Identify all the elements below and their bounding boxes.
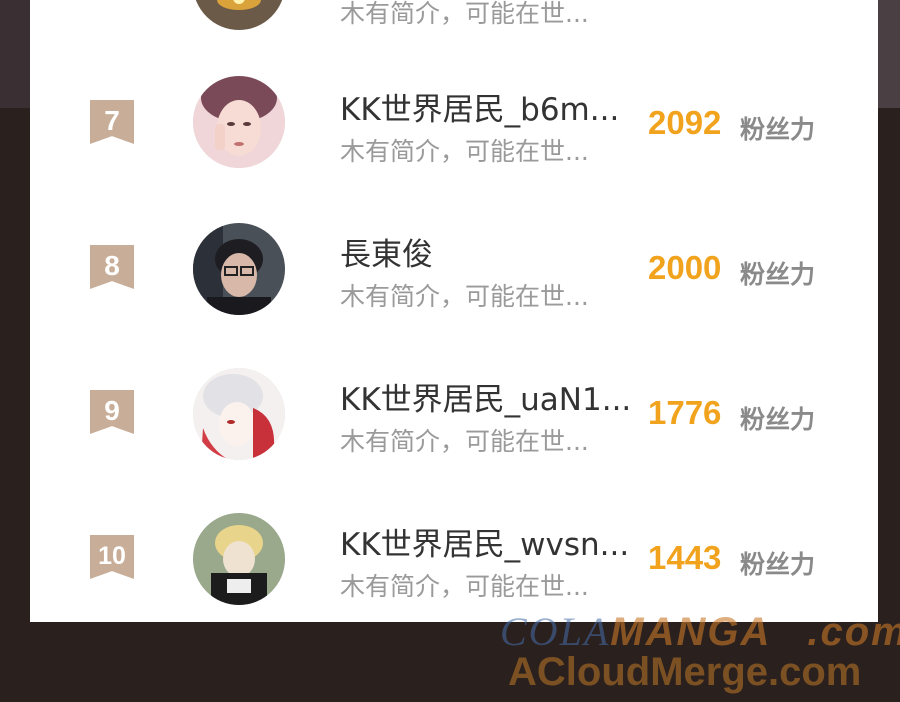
list-item[interactable]: 10 KK世界居民_wvsn... 木有简介，可能在世... 1443 粉丝力 (30, 497, 878, 617)
user-bio: 木有简介，可能在世... (340, 427, 589, 456)
fan-score-unit: 粉丝力 (740, 115, 816, 144)
rank-badge: 8 (90, 245, 134, 289)
user-name[interactable]: KK世界居民_b6m... (340, 84, 630, 129)
user-name[interactable]: KK世界居民_uaN1... (340, 374, 630, 419)
user-bio: 木有简介，可能在世... (340, 282, 589, 311)
rank-badge: 10 (90, 535, 134, 579)
fan-ranking-list: 木有简介，可能在世... 7 KK世界居民_b6m... 木有简介，可能在世..… (30, 0, 878, 622)
user-bio: 木有简介，可能在世... (340, 137, 589, 166)
avatar[interactable] (193, 513, 285, 605)
fan-score: 1443 (648, 539, 722, 576)
user-name[interactable]: KK世界居民_wvsn... (340, 519, 630, 564)
user-name[interactable]: 長東俊 (340, 229, 630, 274)
avatar[interactable] (193, 76, 285, 168)
watermark-text: MANGA (610, 610, 772, 654)
user-bio: 木有简介，可能在世... (340, 572, 589, 601)
avatar[interactable] (193, 0, 285, 30)
list-item[interactable]: 9 KK世界居民_uaN1... 木有简介，可能在世... 1776 粉丝力 (30, 352, 878, 472)
background-top-right (876, 0, 900, 108)
fan-score: 1776 (648, 394, 722, 431)
fan-score: 2092 (648, 104, 722, 141)
list-item[interactable]: 7 KK世界居民_b6m... 木有简介，可能在世... 2092 粉丝力 (30, 62, 878, 182)
list-item[interactable]: 8 長東俊 木有简介，可能在世... 2000 粉丝力 (30, 207, 878, 327)
watermark-text: .com (807, 610, 900, 654)
watermark-text: COLA (500, 609, 611, 654)
avatar[interactable] (193, 223, 285, 315)
rank-badge: 9 (90, 390, 134, 434)
watermark-acloudmerge: ACloudMerge.com (508, 650, 862, 694)
fan-score-unit: 粉丝力 (740, 405, 816, 434)
watermark-colamanga: COLAMANGA .com (500, 608, 900, 655)
rank-badge: 7 (90, 100, 134, 144)
fan-score-unit: 粉丝力 (740, 550, 816, 579)
avatar[interactable] (193, 368, 285, 460)
user-bio: 木有简介，可能在世... (340, 0, 589, 28)
fan-score: 2000 (648, 249, 722, 286)
list-item[interactable]: 木有简介，可能在世... (30, 0, 878, 60)
fan-score-unit: 粉丝力 (740, 260, 816, 289)
